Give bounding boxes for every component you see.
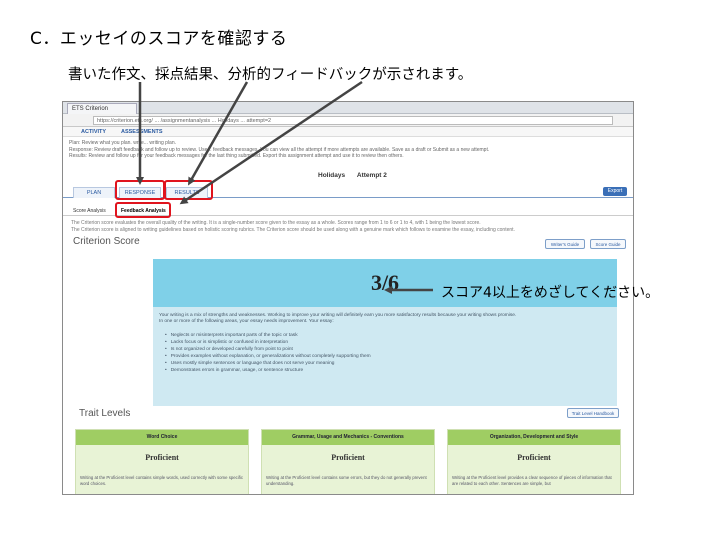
trait-levels-heading: Trait Levels: [79, 408, 131, 419]
instructions: Plan: Review what you plan. write... wri…: [69, 140, 629, 160]
site-nav: ACTIVITY ASSESSMENTS: [63, 127, 633, 137]
summary-line: In one or more of the following areas, y…: [159, 319, 334, 324]
trait-level: Proficient: [331, 453, 365, 462]
trait-description: Writing at the Proficient level contains…: [266, 475, 427, 486]
bullet-item: Provides examples without explanation, o…: [165, 353, 371, 360]
trait-level: Proficient: [145, 453, 179, 462]
bullet-item: Lacks focus or is simplistic or confused…: [165, 339, 371, 346]
score-note: スコア4以上をめざしてください。: [441, 285, 660, 301]
slide-title: C．エッセイのスコアを確認する: [30, 29, 288, 49]
bullet-item: Demonstrates errors in grammar, usage, o…: [165, 367, 371, 374]
trait-card-organization: Organization, Development and Style Prof…: [447, 429, 621, 494]
bullet-item: Is not organized or developed carefully …: [165, 346, 371, 353]
trait-card-word-choice: Word Choice Proficient Writing at the Pr…: [75, 429, 249, 494]
trait-name: Word Choice: [76, 430, 248, 445]
prompt-title: Holidays Attempt 2: [318, 172, 387, 179]
prompt-name: Holidays: [318, 172, 346, 179]
address-bar[interactable]: https://criterion.ets.org/ ... /assignme…: [93, 116, 613, 125]
score-bullets: Neglects or misinterprets important part…: [165, 332, 371, 374]
score-description: The Criterion score evaluates the overal…: [71, 220, 626, 233]
attempt-label: Attempt 2: [356, 172, 387, 179]
nav-activity[interactable]: ACTIVITY: [81, 127, 106, 137]
trait-card-conventions: Grammar, Usage and Mechanics - Conventio…: [261, 429, 435, 494]
slide-subtitle: 書いた作文、採点結果、分析的フィードバックが示されます。: [68, 67, 473, 83]
instruction-line: Results: Review and follow up for your f…: [69, 153, 404, 159]
trait-name: Grammar, Usage and Mechanics - Conventio…: [262, 430, 434, 445]
nav-assessments[interactable]: ASSESSMENTS: [121, 127, 163, 137]
tab-plan[interactable]: PLAN: [73, 187, 115, 198]
highlight-response-tab: [115, 180, 165, 200]
trait-handbook-button[interactable]: Trait Level Handbook: [567, 408, 619, 418]
bullet-item: Uses mostly simple sentences or language…: [165, 360, 371, 367]
browser-toolbar: https://criterion.ets.org/ ... /assignme…: [63, 114, 633, 127]
highlight-feedback-subtab: [115, 202, 171, 218]
trait-description: Writing at the Proficient level provides…: [452, 475, 612, 486]
highlight-results-tab: [164, 180, 213, 200]
criterion-score-heading: Criterion Score: [73, 236, 140, 247]
export-button[interactable]: Export: [603, 187, 627, 196]
writers-guide-button[interactable]: Writer's Guide: [545, 239, 585, 249]
browser-tab-bar: ETS Criterion: [63, 102, 633, 114]
trait-name: Organization, Development and Style: [448, 430, 620, 445]
score-summary: Your writing is a mix of strengths and w…: [159, 313, 609, 325]
bullet-item: Neglects or misinterprets important part…: [165, 332, 371, 339]
trait-description: Writing at the Proficient level contains…: [80, 475, 244, 486]
description-line: The Criterion score is aligned to writin…: [71, 226, 515, 233]
score-guide-button[interactable]: Score Guide: [590, 239, 626, 249]
trait-level: Proficient: [517, 453, 551, 462]
browser-tab[interactable]: ETS Criterion: [67, 103, 137, 114]
subtab-score-analysis[interactable]: Score Analysis: [73, 206, 106, 216]
